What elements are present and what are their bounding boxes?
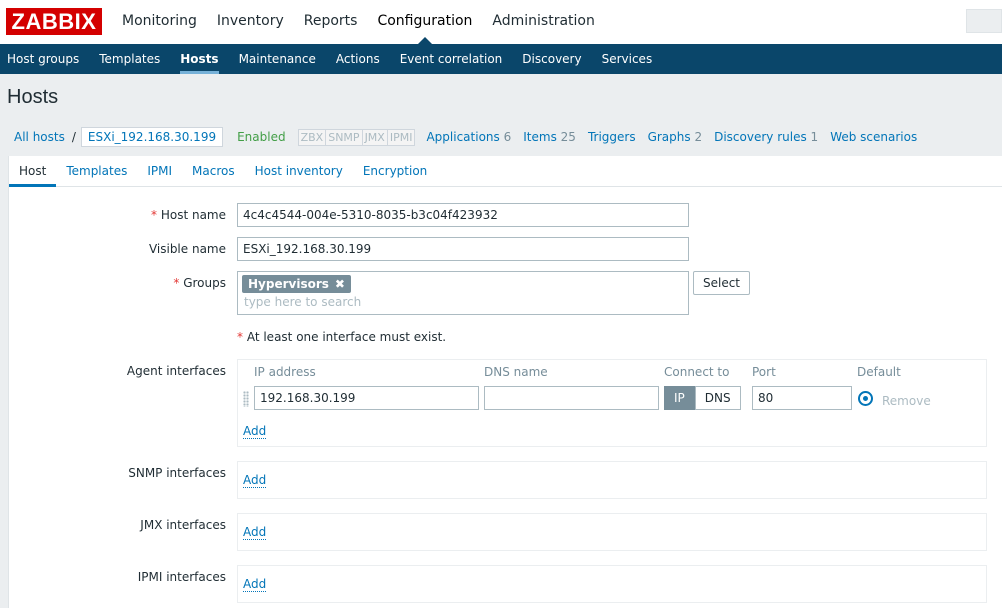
header-default: Default: [857, 365, 901, 379]
global-search-field[interactable]: [966, 9, 1002, 33]
availability-indicators: ZBX SNMP JMX IPMI: [297, 128, 416, 146]
jmx-interfaces-label: JMX interfaces: [140, 518, 226, 532]
snmp-interfaces-label: SNMP interfaces: [128, 466, 226, 480]
agent-port-input[interactable]: 80: [752, 386, 852, 410]
form-tabs: Host Templates IPMI Macros Host inventor…: [9, 156, 1002, 187]
sub-menu: Host groups Templates Hosts Maintenance …: [0, 44, 1002, 74]
main-menu-monitoring[interactable]: Monitoring: [112, 0, 207, 44]
status-enabled-badge[interactable]: Enabled: [231, 130, 292, 144]
default-interface-radio[interactable]: [858, 391, 873, 406]
required-mark: *: [237, 330, 243, 344]
sub-menu-host-groups[interactable]: Host groups: [0, 44, 89, 74]
required-mark: *: [173, 276, 180, 290]
jmx-interfaces-box: Add: [237, 513, 987, 551]
discovery-rules-count: 1: [810, 130, 819, 144]
zabbix-logo[interactable]: ZABBIX: [6, 8, 102, 35]
main-menu: Monitoring Inventory Reports Configurati…: [112, 0, 605, 44]
header-dns-name: DNS name: [484, 365, 548, 379]
sub-menu-event-correlation[interactable]: Event correlation: [390, 44, 513, 74]
page-title: Hosts: [7, 86, 59, 108]
snmp-interfaces-box: Add: [237, 461, 987, 499]
visible-name-input[interactable]: ESXi_192.168.30.199: [237, 237, 689, 261]
main-menu-administration[interactable]: Administration: [482, 0, 604, 44]
ipmi-add-link[interactable]: Add: [243, 578, 267, 592]
discovery-rules-link[interactable]: Discovery rules 1: [708, 130, 824, 144]
host-name-label-text: Host name: [160, 208, 226, 222]
tab-host[interactable]: Host: [9, 156, 57, 187]
items-link[interactable]: Items 25: [517, 130, 582, 144]
tab-ipmi[interactable]: IPMI: [137, 156, 182, 186]
applications-link[interactable]: Applications 6: [420, 130, 517, 144]
graphs-label: Graphs: [647, 130, 691, 144]
sub-menu-hosts[interactable]: Hosts: [170, 44, 228, 74]
breadcrumb-separator: /: [71, 130, 76, 144]
main-menu-reports[interactable]: Reports: [294, 0, 368, 44]
sub-menu-maintenance[interactable]: Maintenance: [229, 44, 326, 74]
groups-multiselect[interactable]: Hypervisors ✖ type here to search: [237, 271, 689, 315]
interface-required-hint: * At least one interface must exist.: [237, 330, 446, 344]
agent-interfaces-label: Agent interfaces: [126, 364, 226, 378]
group-chip-label: Hypervisors: [248, 277, 329, 291]
host-form-panel: Host Templates IPMI Macros Host inventor…: [8, 156, 1002, 608]
ipmi-interfaces-box: Add: [237, 565, 987, 603]
agent-add-link[interactable]: Add: [243, 425, 267, 439]
sub-menu-templates[interactable]: Templates: [89, 44, 170, 74]
sub-menu-discovery[interactable]: Discovery: [512, 44, 591, 74]
tab-host-inventory[interactable]: Host inventory: [245, 156, 353, 186]
host-name-input[interactable]: 4c4c4544-004e-5310-8035-b3c04f423932: [237, 203, 689, 227]
header-ip-address: IP address: [254, 365, 316, 379]
required-mark: *: [151, 208, 157, 222]
main-menu-inventory[interactable]: Inventory: [207, 0, 294, 44]
ipmi-interfaces-label: IPMI interfaces: [137, 570, 226, 584]
jmx-add-link[interactable]: Add: [243, 526, 267, 540]
jmx-availability: JMX: [361, 128, 388, 146]
items-count: 25: [560, 130, 576, 144]
current-host-link[interactable]: ESXi_192.168.30.199: [80, 127, 224, 147]
interface-hint-text: At least one interface must exist.: [246, 330, 447, 344]
groups-label-text: Groups: [183, 276, 226, 290]
agent-ip-input[interactable]: 192.168.30.199: [254, 386, 479, 410]
web-scenarios-label: Web scenarios: [830, 130, 918, 144]
agent-dns-input[interactable]: [484, 386, 659, 410]
remove-interface-link[interactable]: Remove: [882, 394, 931, 408]
tab-macros[interactable]: Macros: [182, 156, 245, 186]
groups-select-button[interactable]: Select: [693, 271, 750, 295]
connect-to-toggle: IP DNS: [664, 386, 741, 410]
sub-menu-services[interactable]: Services: [592, 44, 663, 74]
tab-templates[interactable]: Templates: [56, 156, 137, 186]
top-bar: ZABBIX Monitoring Inventory Reports Conf…: [0, 0, 1002, 44]
header-port: Port: [752, 365, 776, 379]
header-connect-to: Connect to: [664, 365, 730, 379]
triggers-link[interactable]: Triggers: [582, 130, 642, 144]
discovery-rules-label: Discovery rules: [714, 130, 807, 144]
host-navigation: All hosts / ESXi_192.168.30.199 Enabled …: [0, 118, 1002, 156]
graphs-count: 2: [694, 130, 703, 144]
agent-interfaces-box: IP address DNS name Connect to Port Defa…: [237, 359, 987, 447]
sub-menu-actions[interactable]: Actions: [326, 44, 390, 74]
groups-label: * Groups: [173, 276, 226, 290]
group-chip-hypervisors: Hypervisors ✖: [242, 275, 351, 293]
applications-label: Applications: [426, 130, 500, 144]
connect-ip-option[interactable]: IP: [664, 386, 695, 410]
drag-handle-icon[interactable]: [243, 391, 249, 407]
connect-dns-option[interactable]: DNS: [694, 386, 741, 410]
items-label: Items: [523, 130, 557, 144]
web-scenarios-link[interactable]: Web scenarios: [824, 130, 923, 144]
zbx-availability: ZBX: [297, 128, 327, 146]
snmp-add-link[interactable]: Add: [243, 474, 267, 488]
tab-encryption[interactable]: Encryption: [353, 156, 437, 186]
all-hosts-link[interactable]: All hosts: [8, 130, 71, 144]
host-name-label: * Host name: [151, 208, 226, 222]
snmp-availability: SNMP: [325, 128, 363, 146]
graphs-link[interactable]: Graphs 2: [642, 130, 709, 144]
groups-search-placeholder[interactable]: type here to search: [244, 295, 361, 309]
remove-chip-icon[interactable]: ✖: [335, 277, 345, 291]
applications-count: 6: [503, 130, 512, 144]
ipmi-availability: IPMI: [386, 128, 416, 146]
visible-name-label: Visible name: [148, 242, 226, 256]
main-menu-configuration[interactable]: Configuration: [367, 0, 482, 44]
triggers-label: Triggers: [587, 130, 636, 144]
